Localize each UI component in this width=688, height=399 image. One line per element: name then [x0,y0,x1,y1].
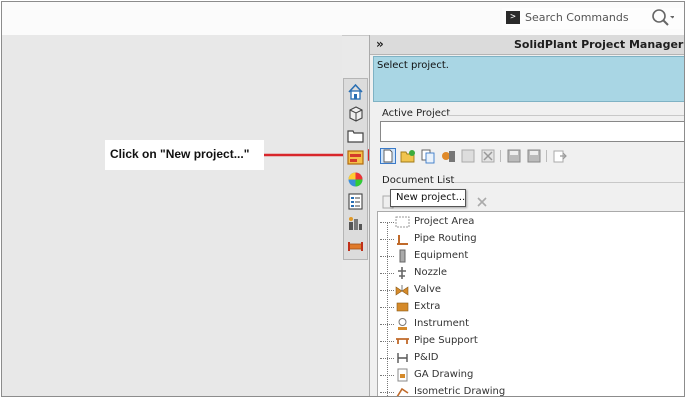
panel-title-bar: » SolidPlant Project Manager [370,35,684,55]
collapse-icon[interactable]: » [376,37,384,51]
export-icon[interactable] [552,148,568,164]
pipe-icon[interactable] [346,236,365,255]
tree-item-pid[interactable]: P&ID [378,350,578,366]
tree-item-ga-drawing[interactable]: GA Drawing [378,367,578,383]
toolbar-separator [546,150,547,162]
tree-item-nozzle[interactable]: Nozzle [378,265,578,281]
save-as-icon[interactable] [526,148,542,164]
tree-item-pipe-support[interactable]: Pipe Support [378,333,578,349]
home-icon[interactable] [346,82,365,101]
project-area-icon [395,216,410,228]
section-divider [448,115,684,116]
tree-item-instrument[interactable]: Instrument [378,316,578,332]
plant-icon[interactable] [346,214,365,233]
tree-item-valve[interactable]: Valve [378,282,578,298]
extra-icon [396,302,409,312]
toolbar-separator [500,150,501,162]
properties-icon[interactable] [346,192,365,211]
document-tree: Project Area Pipe Routing Equipment Nozz… [377,211,684,396]
tree-item-project-area[interactable]: Project Area [378,214,578,230]
copy-project-icon[interactable] [420,148,436,164]
tree-item-pipe-routing[interactable]: Pipe Routing [378,231,578,247]
delete-icon[interactable] [480,148,496,164]
status-text: Select project. [377,60,449,71]
document-list-label: Document List [382,175,455,186]
folder-icon[interactable] [346,126,365,145]
search-commands[interactable]: > Search Commands [502,7,684,29]
project-settings-icon[interactable] [440,148,456,164]
ga-drawing-icon [397,368,408,382]
callout-text: Click on "New project..." [110,147,250,161]
equipment-icon [399,249,406,263]
nozzle-icon [398,267,406,279]
isometric-drawing-icon [396,387,409,396]
tree-item-extra[interactable]: Extra [378,299,578,315]
parts-icon[interactable] [346,104,365,123]
pid-icon [397,353,408,363]
search-input[interactable]: Search Commands [525,11,629,24]
tooltip-text: New project... [396,192,466,203]
appearance-icon[interactable] [346,170,365,189]
section-divider [454,182,684,183]
tree-item-isometric-drawing[interactable]: Isometric Drawing [378,384,578,396]
instruction-callout: Click on "New project..." [105,140,264,170]
active-project-field[interactable] [380,121,684,142]
save-icon[interactable] [506,148,522,164]
top-toolbar: > Search Commands [2,2,684,36]
valve-icon [395,285,409,296]
doc-delete-icon[interactable] [474,194,490,210]
search-icon[interactable] [650,7,674,29]
edit-icon[interactable] [460,148,476,164]
status-message: Select project. [373,56,684,102]
app-window: > Search Commands Click on "New project.… [1,1,685,397]
new-project-icon[interactable] [380,148,396,164]
pipe-routing-icon [397,235,408,245]
pipe-support-icon [396,338,409,344]
instrument-icon [398,318,407,330]
new-project-tooltip: New project... [390,189,466,207]
open-project-icon[interactable] [400,148,416,164]
task-pane-tabs [343,78,368,260]
project-manager-panel: » SolidPlant Project Manager Select proj… [369,35,684,396]
tree-item-equipment[interactable]: Equipment [378,248,578,264]
command-icon: > [506,11,520,24]
panel-title: SolidPlant Project Manager [514,38,684,51]
project-manager-icon[interactable] [346,148,365,167]
graphics-area[interactable] [2,35,342,396]
active-project-label: Active Project [382,108,451,119]
